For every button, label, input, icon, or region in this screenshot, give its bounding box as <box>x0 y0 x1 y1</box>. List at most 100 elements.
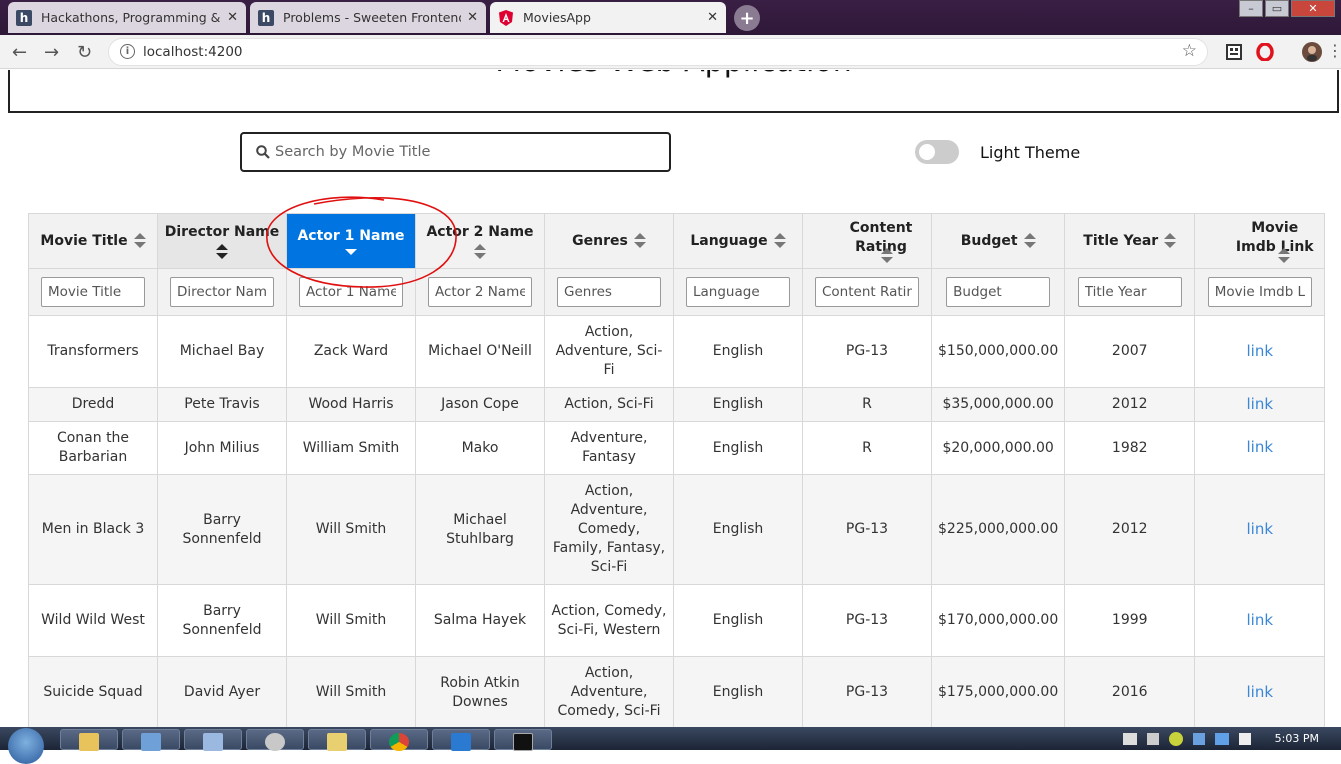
filter-budget-input[interactable] <box>946 277 1051 307</box>
browser-tab-active[interactable]: MoviesApp ✕ <box>490 2 726 33</box>
cell-movie-title: Dredd <box>28 387 158 422</box>
address-bar[interactable]: i localhost:4200 ☆ <box>108 38 1208 66</box>
cell-budget: $20,000,000.00 <box>930 421 1066 475</box>
imdb-link[interactable]: link <box>1246 395 1273 413</box>
cell-title-year: 2007 <box>1064 315 1196 388</box>
flag-icon[interactable] <box>1239 732 1251 745</box>
bluetooth-icon[interactable] <box>1193 732 1205 745</box>
column-header-actor-2-name[interactable]: Actor 2 Name <box>415 213 545 269</box>
cell-actor-1-name: Will Smith <box>286 656 416 727</box>
browser-tab[interactable]: h Hackathons, Programming & Co ✕ <box>8 2 246 33</box>
new-tab-button[interactable]: + <box>734 5 760 31</box>
cell-actor-2-name: Michael O'Neill <box>415 315 545 388</box>
filter-genres-input[interactable] <box>557 277 661 307</box>
imdb-link[interactable]: link <box>1246 438 1273 456</box>
filter-cell <box>1064 268 1196 316</box>
maximize-icon[interactable]: ▭ <box>1265 0 1289 17</box>
cell-actor-2-name: Salma Hayek <box>415 584 545 657</box>
opera-icon[interactable] <box>1256 43 1274 61</box>
volume-icon[interactable] <box>1147 732 1159 745</box>
cell-content-rating: PG-13 <box>802 315 932 388</box>
imdb-link[interactable]: link <box>1246 611 1273 629</box>
taskbar-app-icon[interactable] <box>122 729 180 751</box>
filter-title-year-input[interactable] <box>1077 277 1182 307</box>
column-header-movie-imdb-link[interactable]: Movie Imdb Link <box>1194 213 1326 269</box>
cell-genres: Action, Comedy, Sci-Fi, Western <box>544 584 674 657</box>
network-icon[interactable] <box>1215 732 1229 745</box>
filter-cell <box>157 268 287 316</box>
theme-toggle[interactable] <box>915 140 959 164</box>
filter-cell <box>28 268 158 316</box>
cell-movie-title: Men in Black 3 <box>28 474 158 585</box>
column-header-budget[interactable]: Budget <box>930 213 1066 269</box>
reload-icon[interactable]: ↻ <box>77 42 92 63</box>
bookmark-star-icon[interactable]: ☆ <box>1182 41 1197 61</box>
cell-imdb-link: link <box>1194 584 1326 657</box>
column-header-language[interactable]: Language <box>673 213 803 269</box>
taskbar-tool-icon[interactable] <box>246 729 304 751</box>
back-arrow-icon[interactable]: ← <box>12 42 27 63</box>
column-header-movie-title[interactable]: Movie Title <box>28 213 158 269</box>
filter-movie-title-input[interactable] <box>41 277 145 307</box>
cell-genres: Adventure, Fantasy <box>544 421 674 475</box>
filter-movie-imdb-link-input[interactable] <box>1207 277 1312 307</box>
cell-budget: $35,000,000.00 <box>930 387 1066 422</box>
taskbar-folder-icon[interactable] <box>308 729 366 751</box>
column-header-actor-1-name[interactable]: Actor 1 Name <box>286 213 416 269</box>
close-tab-icon[interactable]: ✕ <box>707 10 718 25</box>
filter-cell <box>673 268 803 316</box>
cell-content-rating: R <box>802 421 932 475</box>
taskbar-chrome-icon[interactable] <box>370 729 428 751</box>
column-header-title-year[interactable]: Title Year <box>1064 213 1196 269</box>
filter-content-rating-input[interactable] <box>815 277 919 307</box>
window-close-icon[interactable]: ✕ <box>1291 0 1335 17</box>
start-button-icon[interactable] <box>8 728 44 764</box>
filter-cell <box>802 268 932 316</box>
column-header-genres[interactable]: Genres <box>544 213 674 269</box>
cell-language: English <box>673 315 803 388</box>
cell-budget: $175,000,000.00 <box>930 656 1066 727</box>
cell-language: English <box>673 421 803 475</box>
filter-director-name-input[interactable] <box>170 277 274 307</box>
taskbar-keyboard-icon[interactable] <box>184 729 242 751</box>
close-tab-icon[interactable]: ✕ <box>227 10 238 25</box>
minimize-icon[interactable]: – <box>1239 0 1263 17</box>
tray-icon[interactable] <box>1169 731 1183 746</box>
extension-icon[interactable] <box>1225 43 1243 61</box>
column-header-content-rating[interactable]: Content Rating <box>802 213 932 269</box>
cell-actor-2-name: Michael Stuhlbarg <box>415 474 545 585</box>
filter-actor-1-name-input[interactable] <box>299 277 403 307</box>
search-input[interactable] <box>275 144 655 160</box>
imdb-link[interactable]: link <box>1246 342 1273 360</box>
tray-icon[interactable] <box>1123 732 1137 745</box>
imdb-link[interactable]: link <box>1246 683 1273 701</box>
taskbar-explorer-icon[interactable] <box>60 729 118 751</box>
cell-language: English <box>673 584 803 657</box>
cell-title-year: 2012 <box>1064 474 1196 585</box>
menu-kebab-icon[interactable]: ⋮ <box>1327 41 1341 60</box>
taskbar-vscode-icon[interactable] <box>432 729 490 751</box>
cell-genres: Action, Adventure, Comedy, Sci-Fi <box>544 656 674 727</box>
cell-actor-1-name: Will Smith <box>286 584 416 657</box>
filter-row <box>28 268 1326 316</box>
browser-tab[interactable]: h Problems - Sweeten Frontend Hi ✕ <box>250 2 486 33</box>
filter-actor-2-name-input[interactable] <box>428 277 532 307</box>
column-header-director-name[interactable]: Director Name <box>157 213 287 269</box>
filter-language-input[interactable] <box>686 277 790 307</box>
info-icon[interactable]: i <box>120 44 135 59</box>
sort-descending-icon <box>345 248 357 256</box>
cell-director-name: David Ayer <box>157 656 287 727</box>
filter-cell <box>415 268 545 316</box>
cell-language: English <box>673 474 803 585</box>
url-text[interactable]: localhost:4200 <box>143 44 243 60</box>
cell-title-year: 2016 <box>1064 656 1196 727</box>
forward-arrow-icon[interactable]: → <box>44 42 59 63</box>
sort-icon <box>1164 232 1177 249</box>
close-tab-icon[interactable]: ✕ <box>467 10 478 25</box>
search-box[interactable] <box>240 132 671 172</box>
imdb-link[interactable]: link <box>1246 520 1273 538</box>
profile-avatar[interactable] <box>1302 42 1322 62</box>
toggle-knob <box>919 144 935 160</box>
header-label: Movie Imdb Link <box>1235 219 1314 255</box>
taskbar-terminal-icon[interactable] <box>494 729 552 751</box>
